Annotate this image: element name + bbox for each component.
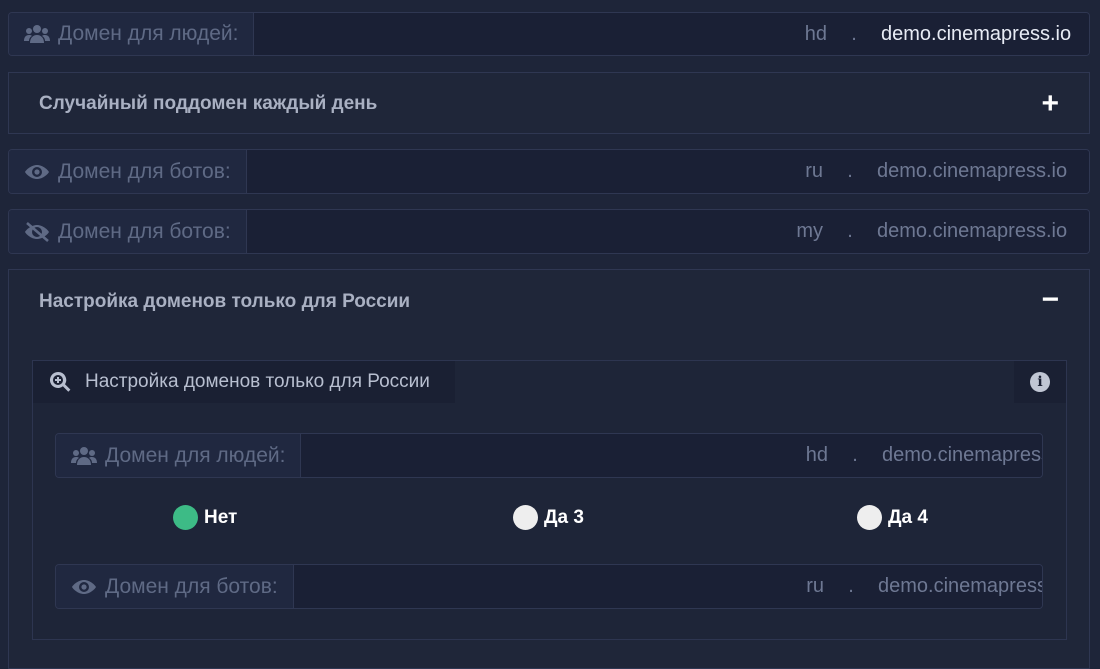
eye-icon	[25, 164, 49, 179]
panel-title[interactable]: Настройка доменов только для России	[39, 291, 410, 313]
domain-value: demo.cinemapress.io	[881, 22, 1072, 45]
domain-value: demo.cinemapress.io	[877, 160, 1068, 182]
domain-dot: .	[851, 22, 857, 45]
bots-domain-field[interactable]: ru . demo.cinemapress.io	[293, 565, 1042, 608]
search-plus-icon	[49, 371, 71, 392]
radio-unselected-icon	[857, 505, 882, 530]
subdomain-value[interactable]: hd	[768, 444, 828, 467]
bots-domain-field[interactable]: ru . demo.cinemapress.io	[246, 150, 1089, 193]
subdomain-value[interactable]: hd	[767, 23, 827, 46]
russia-bots-domain-row: Домен для ботов: ru . demo.cinemapress.i…	[55, 564, 1043, 609]
panel-title: Случайный поддомен каждый день	[39, 93, 378, 114]
people-domain-field[interactable]: hd . demo.cinemapress.io	[301, 434, 1042, 477]
tab-label: Настройка доменов только для России	[85, 371, 430, 392]
domain-value: demo.cinemapress.io	[882, 444, 1042, 466]
domain-dot: .	[847, 160, 853, 182]
people-domain-label: Домен для людей:	[56, 434, 302, 477]
eye-slash-icon	[25, 221, 49, 242]
radio-option-net[interactable]: Нет	[173, 505, 237, 530]
info-button[interactable]: i	[1014, 361, 1066, 403]
radio-selected-icon	[173, 505, 198, 530]
bots-domain-field[interactable]: my . demo.cinemapress.io	[246, 210, 1089, 253]
subdomain-value[interactable]: my	[763, 220, 823, 243]
random-subdomain-panel[interactable]: Случайный поддомен каждый день +	[8, 72, 1090, 134]
radio-option-da4[interactable]: Да 4	[857, 505, 928, 530]
eye-icon	[72, 579, 96, 594]
russia-people-domain-row: Домен для людей: hd . demo.cinemapress.i…	[55, 433, 1043, 478]
people-domain-label: Домен для людей:	[9, 13, 255, 55]
domain-dot: .	[852, 444, 858, 466]
collapse-toggle[interactable]: −	[1041, 285, 1059, 315]
subdomain-value[interactable]: ru	[764, 575, 824, 598]
russia-settings-tab[interactable]: Настройка доменов только для России	[33, 361, 455, 403]
bots-domain-label: Домен для ботов:	[9, 210, 247, 253]
bots-domain-label: Домен для ботов:	[9, 150, 247, 193]
users-icon	[24, 25, 50, 43]
radio-option-da3[interactable]: Да 3	[513, 505, 584, 530]
people-domain-row: Домен для людей: hd . demo.cinemapress.i…	[8, 12, 1090, 56]
bots-domain-row-ru: Домен для ботов: ru . demo.cinemapress.i…	[8, 149, 1090, 194]
expand-toggle[interactable]: +	[1041, 89, 1059, 119]
domain-value: demo.cinemapress.io	[877, 220, 1068, 242]
domain-dot: .	[848, 575, 854, 597]
bots-domain-row-my: Домен для ботов: my . demo.cinemapress.i…	[8, 209, 1090, 254]
subdomain-value[interactable]: ru	[763, 160, 823, 183]
domain-dot: .	[847, 220, 853, 242]
domain-value: demo.cinemapress.io	[878, 575, 1042, 597]
radio-unselected-icon	[513, 505, 538, 530]
bots-domain-label: Домен для ботов:	[56, 565, 294, 608]
users-icon	[71, 446, 97, 465]
info-icon: i	[1030, 372, 1050, 392]
russia-settings-box: Настройка доменов только для России i До…	[32, 360, 1067, 640]
people-domain-field[interactable]: hd . demo.cinemapress.io	[254, 13, 1089, 55]
